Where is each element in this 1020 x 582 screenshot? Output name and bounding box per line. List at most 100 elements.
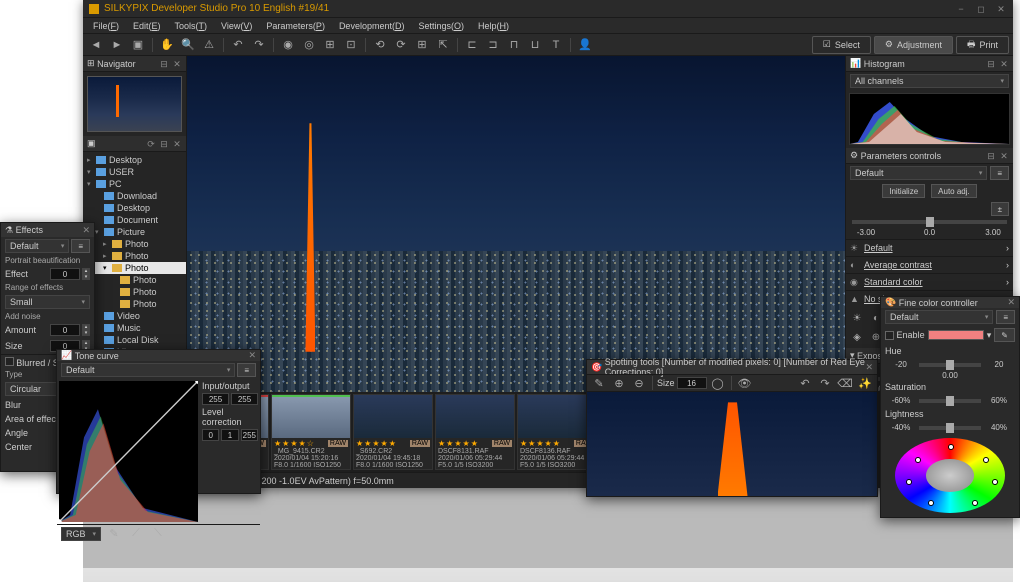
menu-item[interactable]: Development(D): [333, 20, 411, 32]
light-slider[interactable]: -40%40%: [881, 421, 1019, 434]
circle-icon[interactable]: ◯: [709, 374, 727, 392]
blurred-checkbox[interactable]: [5, 357, 14, 366]
menu-item[interactable]: Tools(T): [169, 20, 214, 32]
close-button[interactable]: ✕: [995, 3, 1007, 15]
close-icon[interactable]: ✕: [172, 59, 182, 69]
tool-icon[interactable]: ⊞: [321, 36, 339, 54]
close-icon[interactable]: ✕: [248, 350, 256, 361]
tree-item[interactable]: ▾Photo: [83, 262, 186, 274]
menu-item[interactable]: File(F): [87, 20, 125, 32]
contrast-link[interactable]: Average contrast: [864, 260, 932, 270]
chevron-icon[interactable]: ›: [1006, 243, 1009, 253]
tool-icon[interactable]: ◉: [279, 36, 297, 54]
eyedropper-icon[interactable]: ✎: [590, 374, 608, 392]
tool-icon[interactable]: ⊡: [342, 36, 360, 54]
redo-icon[interactable]: ↷: [250, 36, 268, 54]
close-icon[interactable]: ✕: [999, 59, 1009, 69]
folder-icon[interactable]: ▣: [129, 36, 147, 54]
tree-item[interactable]: Music: [83, 322, 186, 334]
color-link[interactable]: Standard color: [864, 277, 923, 287]
close-icon[interactable]: ✕: [865, 362, 873, 373]
chevron-icon[interactable]: ›: [1006, 260, 1009, 270]
color-swatch[interactable]: [928, 330, 984, 340]
tree-item[interactable]: ▸Desktop: [83, 154, 186, 166]
tree-item[interactable]: Document: [83, 214, 186, 226]
range-dropdown[interactable]: Small: [5, 295, 90, 309]
eraser-icon[interactable]: ⌫: [836, 374, 854, 392]
tree-item[interactable]: ▾USER: [83, 166, 186, 178]
output-value[interactable]: 255: [231, 393, 258, 405]
minimize-button[interactable]: −: [955, 3, 967, 15]
hand-icon[interactable]: ✋: [158, 36, 176, 54]
menu-item[interactable]: Settings(O): [412, 20, 470, 32]
spin-down[interactable]: ▾: [82, 274, 90, 280]
sat-slider[interactable]: -60%60%: [881, 394, 1019, 407]
enable-checkbox[interactable]: [885, 331, 894, 340]
amount-value[interactable]: 0: [50, 324, 80, 336]
thumbnail[interactable]: ★★★★☆RAW_MG_9415.CR22020/01/04 15:20:16F…: [271, 394, 351, 470]
warning-icon[interactable]: ⚠: [200, 36, 218, 54]
grid-icon[interactable]: ⊞: [413, 36, 431, 54]
tree-item[interactable]: Download: [83, 190, 186, 202]
pin-icon[interactable]: ⊟: [159, 139, 169, 149]
wand-icon[interactable]: ✨: [856, 374, 874, 392]
thumbnail[interactable]: ★★★★★RAWDSCF8136.RAF2020/01/06 05:29:44F…: [517, 394, 597, 470]
default-link[interactable]: Default: [864, 243, 893, 253]
maximize-button[interactable]: ◻: [975, 3, 987, 15]
menu-icon[interactable]: ≡: [71, 239, 90, 253]
redo-icon[interactable]: ↷: [816, 374, 834, 392]
user-icon[interactable]: 👤: [576, 36, 594, 54]
close-icon[interactable]: ✕: [999, 151, 1009, 161]
spin-down[interactable]: ▾: [82, 330, 90, 336]
histogram-channel-dropdown[interactable]: All channels: [850, 74, 1009, 88]
tree-item[interactable]: ▾Picture: [83, 226, 186, 238]
rotate-left-icon[interactable]: ⟲: [371, 36, 389, 54]
tree-item[interactable]: Desktop: [83, 202, 186, 214]
autoadj-button[interactable]: Auto adj.: [931, 184, 977, 198]
effects-default-dropdown[interactable]: Default: [5, 239, 69, 253]
chevron-icon[interactable]: ›: [1006, 277, 1009, 287]
undo-icon[interactable]: ↶: [229, 36, 247, 54]
redeye-icon[interactable]: 👁: [736, 374, 754, 392]
brush-icon[interactable]: ⊖: [630, 374, 648, 392]
forward-icon[interactable]: ►: [108, 36, 126, 54]
param-default-dropdown[interactable]: Default: [850, 166, 987, 180]
refresh-icon[interactable]: ⟳: [146, 139, 156, 149]
stamp-icon[interactable]: ⊕: [610, 374, 628, 392]
rgb-dropdown[interactable]: RGB: [61, 527, 101, 541]
curve-tool-icon[interactable]: ⟋: [127, 525, 145, 543]
pin-icon[interactable]: ⊟: [986, 151, 996, 161]
effect-value[interactable]: 0: [50, 268, 80, 280]
hue-slider[interactable]: -2020: [881, 358, 1019, 371]
text-icon[interactable]: T: [547, 36, 565, 54]
ev-icon[interactable]: ±: [991, 202, 1009, 216]
tool-icon[interactable]: ◎: [300, 36, 318, 54]
pin-icon[interactable]: ⊟: [159, 59, 169, 69]
curve-tool-icon[interactable]: ✎: [105, 525, 123, 543]
thumbnail[interactable]: ★★★★★RAW_S692.CR22020/01/04 19:45:18F8.0…: [353, 394, 433, 470]
level0[interactable]: 0: [202, 429, 219, 441]
back-icon[interactable]: ◄: [87, 36, 105, 54]
tree-item[interactable]: Photo: [83, 286, 186, 298]
menu-item[interactable]: Help(H): [472, 20, 515, 32]
undo-icon[interactable]: ↶: [796, 374, 814, 392]
tone-default-dropdown[interactable]: Default: [61, 363, 235, 377]
crop-icon[interactable]: ⊔: [526, 36, 544, 54]
tree-item[interactable]: Local Disk: [83, 334, 186, 346]
spot-preview[interactable]: [587, 392, 877, 496]
close-icon[interactable]: ✕: [1007, 297, 1015, 308]
curve-tool-icon[interactable]: ⟍: [149, 525, 167, 543]
close-icon[interactable]: ✕: [82, 225, 90, 236]
level1[interactable]: 1: [221, 429, 238, 441]
color-wheel[interactable]: [895, 438, 1005, 513]
tree-item[interactable]: ▾PC: [83, 178, 186, 190]
close-icon[interactable]: ✕: [172, 139, 182, 149]
print-button[interactable]: 🖶Print: [956, 36, 1009, 54]
dropdown-icon[interactable]: ▾: [987, 330, 992, 341]
tree-item[interactable]: Video: [83, 310, 186, 322]
level2[interactable]: 255: [241, 429, 258, 441]
tone-curve-graph[interactable]: [59, 381, 198, 522]
menu-item[interactable]: Parameters(P): [260, 20, 331, 32]
menu-icon[interactable]: ≡: [996, 310, 1015, 324]
image-preview[interactable]: [187, 56, 845, 392]
